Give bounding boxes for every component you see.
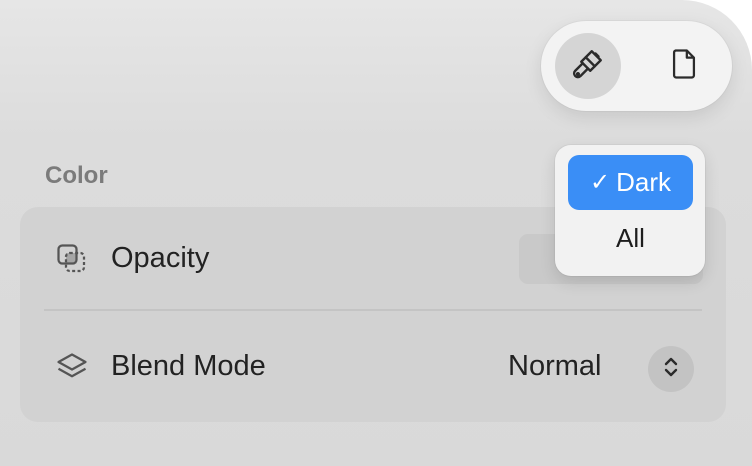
- paintbrush-icon: [570, 46, 606, 87]
- document-button[interactable]: [651, 33, 717, 99]
- dropdown-option-label: All: [616, 223, 645, 253]
- layers-icon: [53, 349, 91, 387]
- checkmark-icon: ✓: [589, 169, 611, 196]
- blend-mode-stepper[interactable]: [648, 346, 694, 392]
- inspector-panel: Color Opacity Blend Mode Normal ✓ Dark A…: [0, 0, 752, 466]
- chevron-up-down-icon: [661, 355, 681, 384]
- document-icon: [667, 46, 701, 87]
- paintbrush-button[interactable]: [555, 33, 621, 99]
- inspector-toolbar: [541, 21, 732, 111]
- dropdown-option-label: Dark: [616, 167, 671, 197]
- opacity-label: Opacity: [111, 242, 210, 274]
- opacity-icon: [53, 240, 91, 278]
- blend-mode-label: Blend Mode: [111, 350, 266, 382]
- dropdown-option-all[interactable]: All: [568, 211, 693, 266]
- row-divider: [44, 309, 702, 311]
- section-title: Color: [45, 162, 108, 189]
- dropdown-option-dark[interactable]: ✓ Dark: [568, 155, 693, 210]
- blend-mode-value[interactable]: Normal: [508, 350, 601, 383]
- appearance-dropdown: ✓ Dark All: [555, 145, 705, 276]
